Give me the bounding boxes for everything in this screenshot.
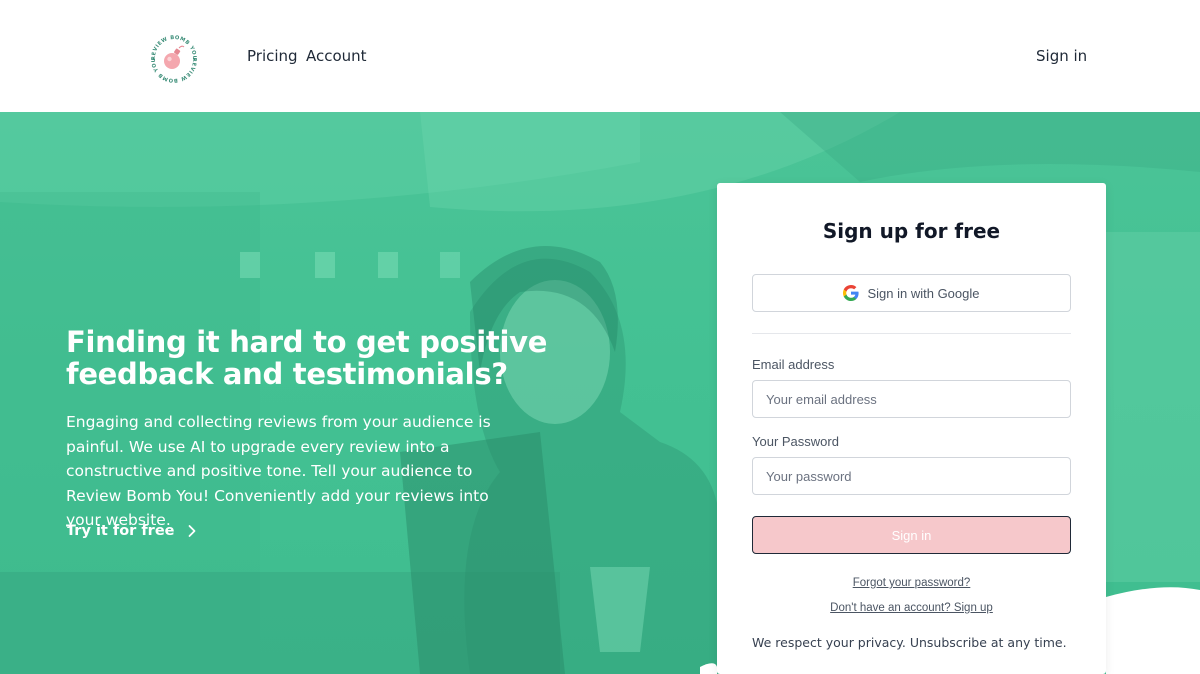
privacy-notice: We respect your privacy. Unsubscribe at …	[752, 635, 1067, 650]
try-free-label: Try it for free	[66, 523, 175, 539]
google-icon	[843, 285, 860, 301]
hero-title-line-1: Finding it hard to get positive	[66, 325, 548, 359]
nav-account[interactable]: Account	[306, 47, 367, 65]
email-field[interactable]	[752, 380, 1071, 418]
google-signin-button[interactable]: Sign in with Google	[752, 274, 1071, 312]
nav-pricing[interactable]: Pricing	[247, 47, 298, 65]
forgot-password-link[interactable]: Forgot your password?	[717, 577, 1106, 589]
password-field[interactable]	[752, 457, 1071, 495]
hero-title: Finding it hard to get positive feedback…	[66, 326, 586, 390]
logo-icon[interactable]: REVIEW BOMB YOU REVIEW BOMB YOU	[147, 31, 201, 85]
try-free-link[interactable]: Try it for free	[66, 523, 199, 539]
divider	[752, 333, 1071, 334]
hero-description: Engaging and collecting reviews from you…	[66, 413, 491, 529]
signup-title: Sign up for free	[822, 219, 1001, 243]
top-header: REVIEW BOMB YOU REVIEW BOMB YOU Pricing …	[0, 0, 1200, 112]
signup-link[interactable]: Don't have an account? Sign up	[717, 602, 1106, 614]
google-signin-label: Sign in with Google	[867, 285, 980, 301]
signin-button[interactable]: Sign in	[752, 516, 1071, 554]
hero-title-line-2: feedback and testimonials?	[66, 357, 508, 391]
password-label: Your Password	[752, 434, 839, 449]
signup-card: Sign up for free Sign in with Google Ema…	[717, 183, 1106, 674]
chevron-right-icon	[188, 525, 195, 537]
email-label: Email address	[752, 357, 835, 372]
header-signin-link[interactable]: Sign in	[1036, 47, 1087, 65]
